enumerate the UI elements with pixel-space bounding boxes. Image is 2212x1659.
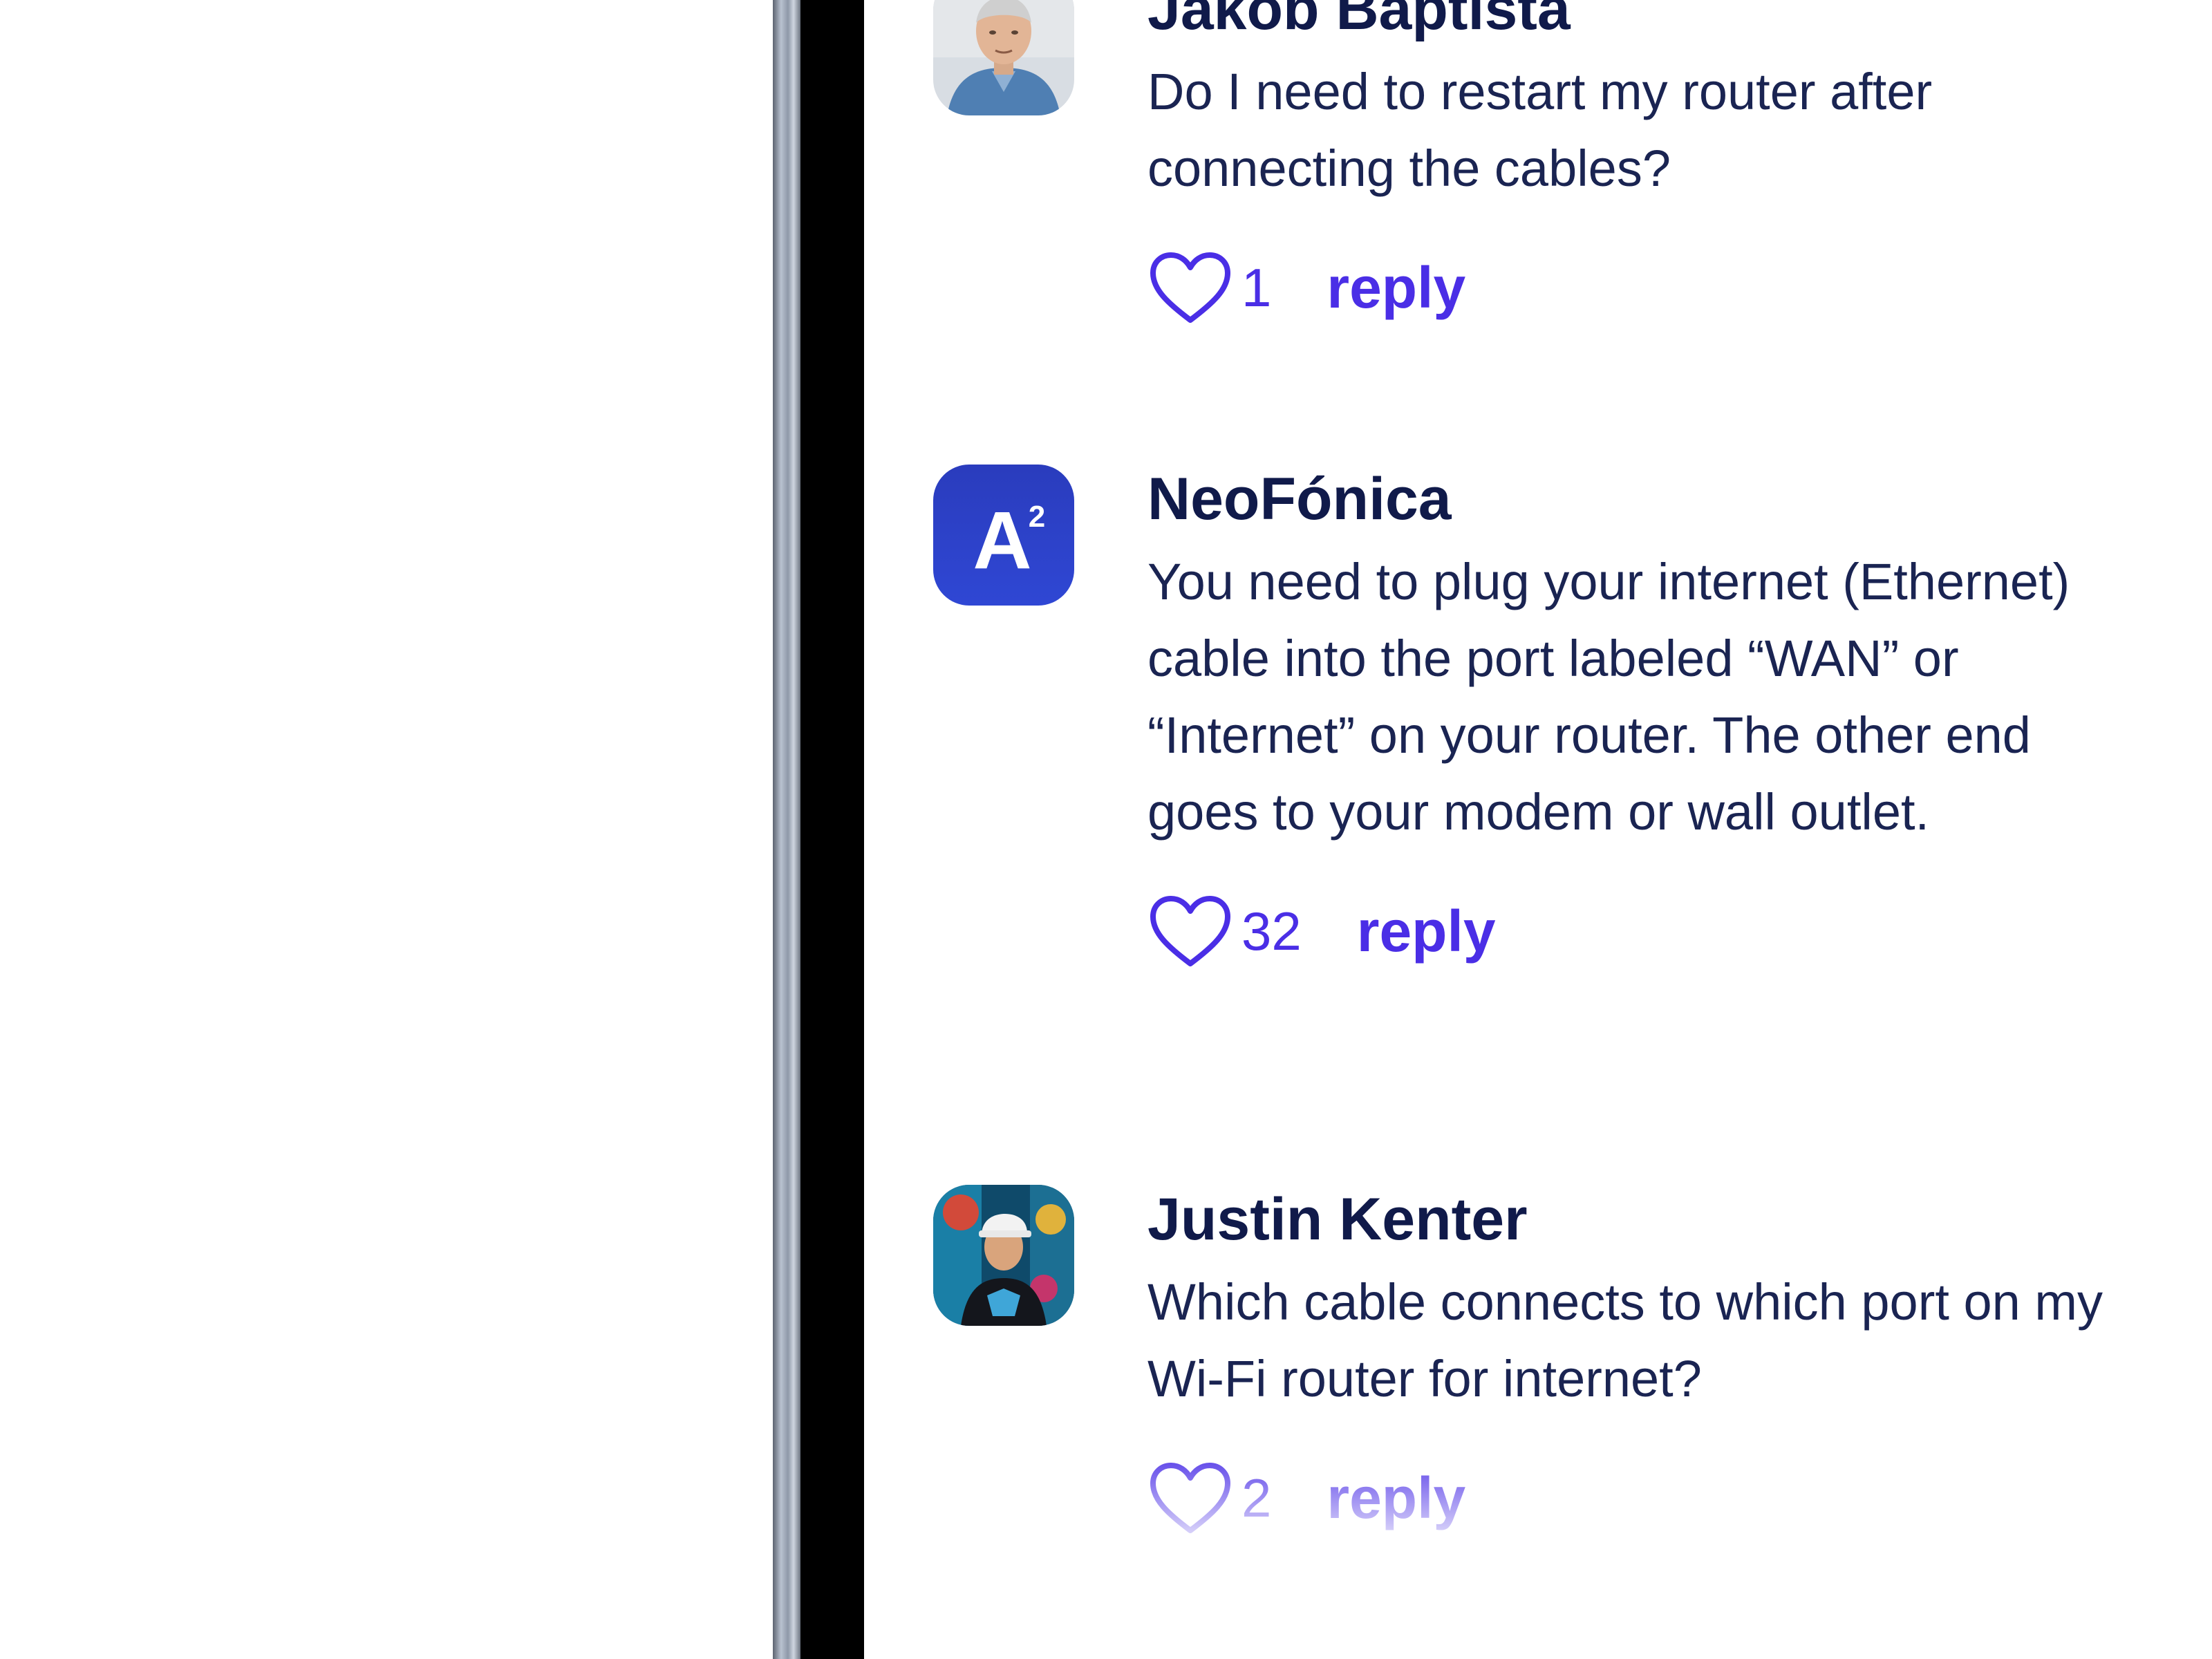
phone-bezel [800,0,864,1659]
comment-author[interactable]: NeoFónica [1147,465,2115,534]
avatar[interactable] [933,0,1074,115]
comment-body: NeoFónica You need to plug your internet… [1147,465,2115,976]
like-count: 32 [1241,900,1302,962]
avatar[interactable] [933,1185,1074,1326]
avatar[interactable]: A 2 [933,465,1074,606]
comment-text: Do I need to restart my router after con… [1147,63,1933,197]
phone-frame [773,0,800,1659]
comment-text: You need to plug your internet (Ethernet… [1147,553,2070,841]
comment-text: Which cable connects to which port on my… [1147,1273,2103,1407]
comment-body: Justin Kenter Which cable connects to wh… [1147,1185,2115,1543]
comment-actions: 1 reply [1147,243,2115,332]
logo-superscript: 2 [1029,500,1045,534]
logo-letter: A [973,495,1031,586]
background-area [0,0,773,1659]
person-photo-avatar-icon [933,1185,1074,1326]
comment-author[interactable]: Justin Kenter [1147,1185,2115,1254]
comment-author[interactable]: Jakob Baptista [1147,0,2115,44]
heart-icon[interactable] [1147,1460,1233,1536]
comments-screen[interactable]: Jakob Baptista Do I need to restart my r… [864,0,2212,1659]
reply-button[interactable]: reply [1357,898,1496,965]
heart-icon[interactable] [1147,250,1233,326]
comment-body: Jakob Baptista Do I need to restart my r… [1147,0,2115,332]
heart-icon[interactable] [1147,893,1233,969]
like-count: 1 [1241,256,1272,318]
reply-button[interactable]: reply [1327,1465,1465,1532]
brand-logo-avatar-icon: A 2 [933,465,1074,606]
person-photo-avatar-icon [933,0,1074,115]
comment-actions: 2 reply [1147,1453,2115,1543]
comment-actions: 32 reply [1147,886,2115,976]
reply-button[interactable]: reply [1327,254,1465,321]
like-count: 2 [1241,1467,1272,1528]
